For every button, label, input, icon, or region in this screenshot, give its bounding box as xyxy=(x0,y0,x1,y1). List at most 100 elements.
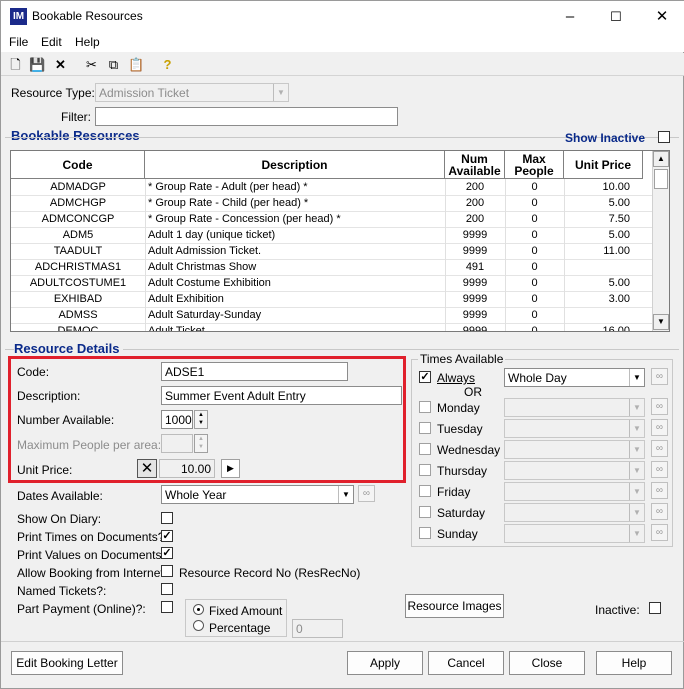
print-times-checkbox[interactable]: ✓ xyxy=(161,530,173,542)
day-checkbox-thursday[interactable] xyxy=(419,464,431,476)
delete-icon[interactable]: ✕ xyxy=(52,56,69,73)
cell-num: 200 xyxy=(465,181,485,193)
unit-price-input[interactable]: 10.00 xyxy=(159,459,215,478)
binoculars-icon[interactable]: ∞ xyxy=(651,524,668,541)
table-row[interactable]: EXHIBAD Adult Exhibition 9999 0 3.00 xyxy=(11,292,653,308)
cell-desc: * Group Rate - Adult (per head) * xyxy=(148,181,308,193)
filter-input[interactable] xyxy=(95,107,398,126)
scroll-up-icon[interactable]: ▲ xyxy=(653,151,669,167)
table-row[interactable]: ADULTCOSTUME1 Adult Costume Exhibition 999… xyxy=(11,276,653,292)
table-row[interactable]: ADMSS Adult Saturday-Sunday 9999 0 xyxy=(11,308,653,324)
resource-images-button[interactable]: Resource Images xyxy=(405,594,504,618)
percentage-input[interactable]: 0 xyxy=(292,619,343,638)
binoculars-icon[interactable]: ∞ xyxy=(358,485,375,502)
new-doc-icon[interactable]: 🗋 xyxy=(7,56,24,73)
help-button[interactable]: Help xyxy=(596,651,672,675)
always-time-value: Whole Day xyxy=(508,371,567,385)
print-values-checkbox[interactable]: ✓ xyxy=(161,547,173,559)
table-row[interactable]: DEMOC Adult Ticket 9999 0 16.00 xyxy=(11,324,653,331)
cell-num: 9999 xyxy=(462,277,488,289)
day-checkbox-wednesday[interactable] xyxy=(419,443,431,455)
help-icon[interactable]: ? xyxy=(159,56,176,73)
menu-help[interactable]: Help xyxy=(75,35,100,49)
clear-price-icon[interactable]: ✕ xyxy=(137,459,157,478)
binoculars-icon[interactable]: ∞ xyxy=(651,503,668,520)
description-input[interactable]: Summer Event Adult Entry xyxy=(161,386,402,405)
grid-scrollbar[interactable]: ▲ ▼ xyxy=(652,151,669,331)
named-tickets-checkbox[interactable] xyxy=(161,583,173,595)
resource-type-select[interactable]: Admission Ticket ▼ xyxy=(95,83,289,102)
number-available-spinner[interactable]: ▲ ▼ xyxy=(194,410,208,429)
scroll-down-icon[interactable]: ▼ xyxy=(653,314,669,330)
col-header-unit-price[interactable]: Unit Price xyxy=(564,151,643,179)
edit-booking-letter-button[interactable]: Edit Booking Letter xyxy=(11,651,123,675)
table-row[interactable]: ADCHRISTMAS1 Adult Christmas Show 491 0 xyxy=(11,260,653,276)
cell-price: 3.00 xyxy=(608,293,630,305)
table-row[interactable]: TAADULT Adult Admission Ticket. 9999 0 11.00 xyxy=(11,244,653,260)
max-people-spinner[interactable]: ▲ ▼ xyxy=(194,434,208,453)
day-time-select-thursday[interactable]: ▼ xyxy=(504,461,645,480)
day-checkbox-saturday[interactable] xyxy=(419,506,431,518)
table-row[interactable]: ADM5 Adult 1 day (unique ticket) 9999 0 5.00 xyxy=(11,228,653,244)
part-payment-checkbox[interactable] xyxy=(161,601,173,613)
always-time-select[interactable]: Whole Day ▼ xyxy=(504,368,645,387)
cell-code: ADMSS xyxy=(58,309,98,321)
col-header-num-available[interactable]: Num Available xyxy=(445,151,505,179)
always-checkbox[interactable]: ✓ xyxy=(419,371,431,383)
day-time-select-saturday[interactable]: ▼ xyxy=(504,503,645,522)
day-time-select-tuesday[interactable]: ▼ xyxy=(504,419,645,438)
binoculars-icon[interactable]: ∞ xyxy=(651,398,668,415)
day-checkbox-tuesday[interactable] xyxy=(419,422,431,434)
day-checkbox-monday[interactable] xyxy=(419,401,431,413)
day-time-select-friday[interactable]: ▼ xyxy=(504,482,645,501)
col-header-code[interactable]: Code xyxy=(11,151,145,179)
allow-internet-checkbox[interactable] xyxy=(161,565,173,577)
maximize-button[interactable]: ☐ xyxy=(593,1,639,32)
named-tickets-label: Named Tickets?: xyxy=(17,584,107,598)
cell-desc: * Group Rate - Child (per head) * xyxy=(148,197,309,209)
binoculars-icon[interactable]: ∞ xyxy=(651,440,668,457)
menu-edit[interactable]: Edit xyxy=(41,35,62,49)
allow-internet-label: Allow Booking from Internet: xyxy=(17,566,168,580)
apply-button[interactable]: Apply xyxy=(347,651,423,675)
copy-icon[interactable]: ⧉ xyxy=(105,56,122,73)
binoculars-icon[interactable]: ∞ xyxy=(651,419,668,436)
binoculars-icon[interactable]: ∞ xyxy=(651,368,668,385)
inactive-checkbox[interactable] xyxy=(649,602,661,614)
cell-num: 9999 xyxy=(462,245,488,257)
max-people-input[interactable] xyxy=(161,434,193,453)
col-header-max-people[interactable]: Max People xyxy=(505,151,564,179)
cancel-button[interactable]: Cancel xyxy=(428,651,504,675)
fixed-amount-radio[interactable] xyxy=(193,604,204,615)
dates-available-select[interactable]: Whole Year ▼ xyxy=(161,485,354,504)
paste-icon[interactable]: 📋 xyxy=(128,56,145,73)
cell-price: 5.00 xyxy=(608,197,630,209)
menu-file[interactable]: File xyxy=(9,35,28,49)
binoculars-icon[interactable]: ∞ xyxy=(651,482,668,499)
show-on-diary-checkbox[interactable] xyxy=(161,512,173,524)
close-window-button[interactable]: ✕ xyxy=(639,1,684,32)
table-row[interactable]: ADMADGP * Group Rate - Adult (per head) *… xyxy=(11,180,653,196)
day-time-select-monday[interactable]: ▼ xyxy=(504,398,645,417)
day-checkbox-friday[interactable] xyxy=(419,485,431,497)
code-input[interactable]: ADSE1 xyxy=(161,362,348,381)
percentage-radio[interactable] xyxy=(193,620,204,631)
unit-price-label: Unit Price: xyxy=(17,463,73,477)
binoculars-icon[interactable]: ∞ xyxy=(651,461,668,478)
day-time-select-wednesday[interactable]: ▼ xyxy=(504,440,645,459)
day-checkbox-sunday[interactable] xyxy=(419,527,431,539)
day-label-sunday: Sunday xyxy=(437,527,478,541)
scroll-thumb[interactable] xyxy=(654,169,668,189)
minimize-button[interactable]: – xyxy=(547,1,593,32)
table-row[interactable]: ADMCONCGP * Group Rate - Concession (per … xyxy=(11,212,653,228)
price-calculator-button[interactable]: ▶ xyxy=(221,459,240,478)
number-available-input[interactable]: 1000 xyxy=(161,410,193,429)
save-icon[interactable]: 💾 xyxy=(29,56,46,73)
cut-icon[interactable]: ✂ xyxy=(83,56,100,73)
day-time-select-sunday[interactable]: ▼ xyxy=(504,524,645,543)
show-inactive-checkbox[interactable] xyxy=(658,131,670,143)
day-label-tuesday: Tuesday xyxy=(437,422,483,436)
table-row[interactable]: ADMCHGP * Group Rate - Child (per head) *… xyxy=(11,196,653,212)
col-header-description[interactable]: Description xyxy=(145,151,445,179)
close-button[interactable]: Close xyxy=(509,651,585,675)
